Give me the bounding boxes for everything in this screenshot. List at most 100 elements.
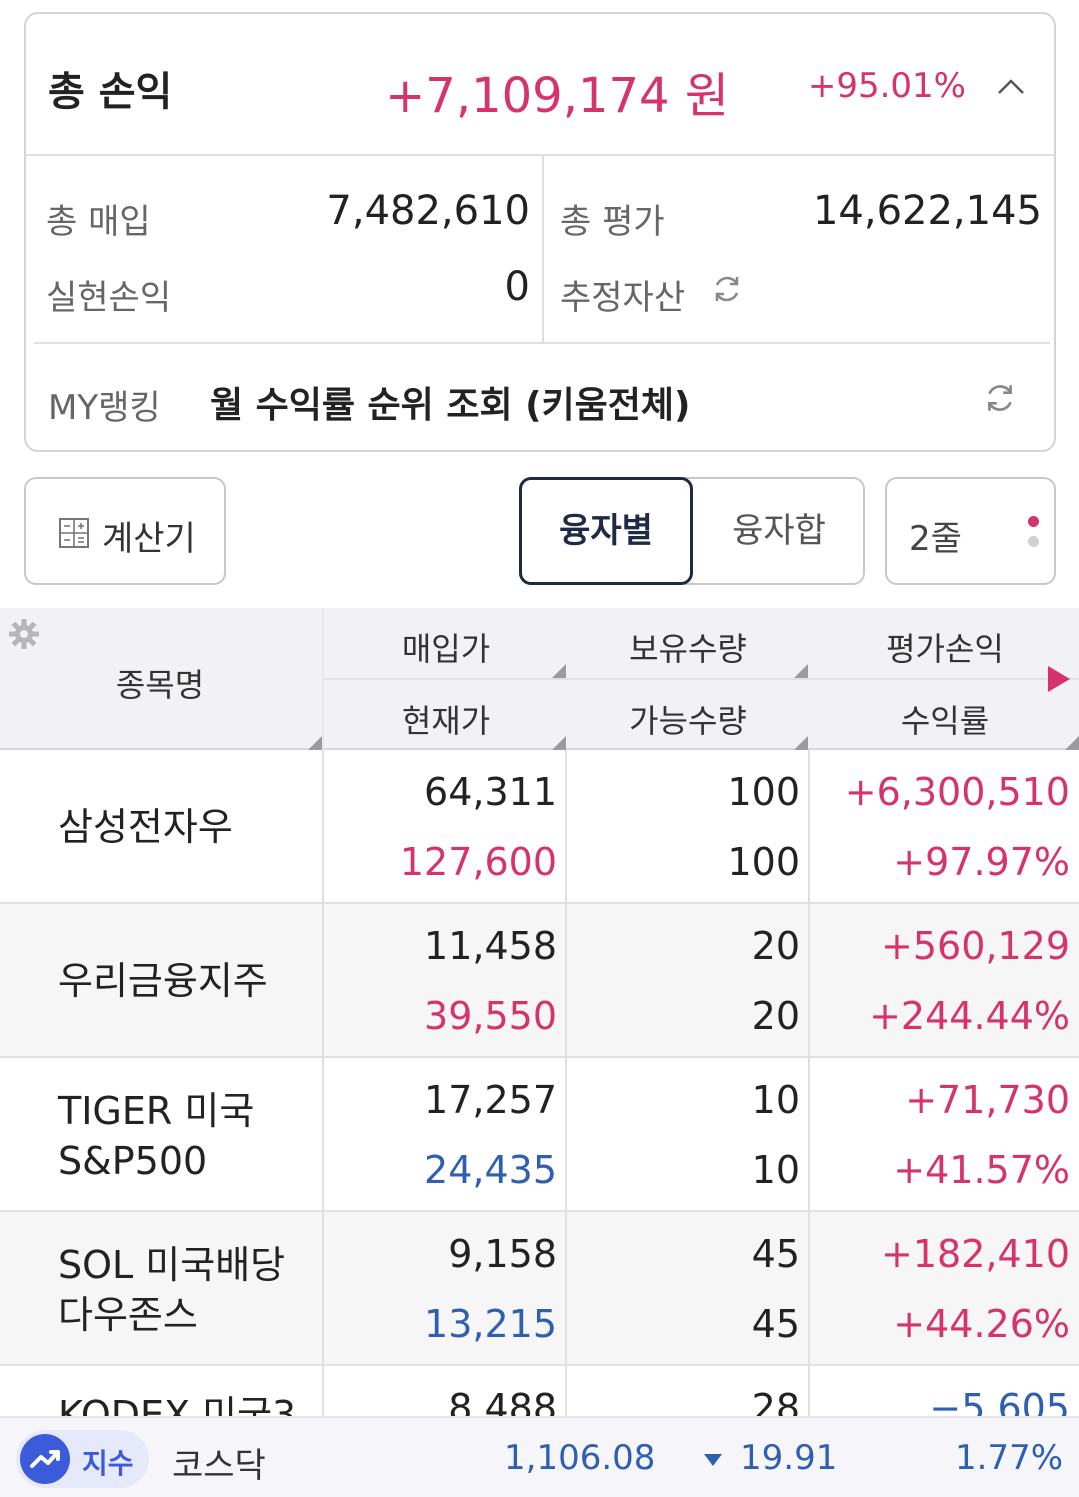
refresh-icon[interactable]: [982, 380, 1018, 416]
header-stock-name: 종목명: [115, 666, 205, 704]
divider: [565, 750, 567, 904]
realized-pl-label: 실현손익: [46, 278, 172, 318]
divider: [542, 156, 544, 342]
buy-price: 64,311: [424, 770, 557, 814]
index-change: 19.91: [740, 1438, 838, 1478]
eval-pl: +560,129: [881, 924, 1070, 968]
down-triangle-icon: [704, 1454, 722, 1466]
table-header: 종목명 매입가 현재가 보유수량 가능수량 평가손익 수익률: [0, 608, 1079, 750]
estimated-assets-label: 추정자산: [560, 278, 686, 318]
eval-pl: +6,300,510: [844, 770, 1070, 814]
my-ranking-label: MY랭킹: [48, 388, 161, 428]
divider: [322, 1366, 324, 1418]
header-current-price[interactable]: 현재가: [326, 696, 566, 742]
divider: [565, 1212, 567, 1366]
holding-qty: 100: [727, 770, 800, 814]
summary-card: 총 손익 +7,109,174 원 +95.01% 총 매입 7,482,610…: [24, 12, 1056, 452]
available-qty: 100: [727, 840, 800, 884]
holding-qty: 20: [751, 924, 800, 968]
credit-segment-control: 융자별 융자합: [519, 477, 865, 585]
total-pl-rate: +95.01%: [807, 66, 966, 106]
toggle-dot-icon: [1028, 516, 1039, 527]
divider: [322, 1058, 324, 1212]
available-qty: 10: [751, 1148, 800, 1192]
index-name: 코스닥: [172, 1446, 266, 1486]
sort-corner-icon: [1065, 736, 1079, 750]
buy-price: 17,257: [424, 1078, 557, 1122]
total-buy-value: 7,482,610: [326, 188, 530, 234]
index-badge-label: 지수: [82, 1447, 134, 1480]
table-row[interactable]: TIGER 미국S&P500 17,257 24,435 10 10 +71,7…: [0, 1058, 1079, 1212]
calculator-icon: [59, 518, 89, 548]
divider: [322, 608, 324, 750]
stock-name: 삼성전자우: [58, 805, 233, 849]
line-mode-button[interactable]: 2줄: [885, 477, 1056, 585]
chevron-up-icon[interactable]: [996, 72, 1026, 102]
table-row[interactable]: SOL 미국배당다우존스 9,158 13,215 45 45 +182,410…: [0, 1212, 1079, 1366]
divider: [322, 750, 324, 904]
sort-corner-icon: [552, 736, 566, 750]
tab-by-credit[interactable]: 융자별: [519, 477, 693, 585]
header-eval-pl[interactable]: 평가손익: [810, 624, 1079, 670]
divider: [808, 1212, 810, 1366]
holding-qty: 45: [751, 1232, 800, 1276]
total-pl-amount: +7,109,174 원: [385, 68, 729, 124]
holdings-table: 종목명 매입가 현재가 보유수량 가능수량 평가손익 수익률 삼성전자우 64,…: [0, 608, 1079, 1418]
scroll-right-icon[interactable]: [1048, 666, 1070, 692]
eval-pl: −5,605: [929, 1386, 1070, 1418]
return-rate: +97.97%: [893, 840, 1070, 884]
table-row[interactable]: KODEX 미국3 8,488 28 −5,605: [0, 1366, 1079, 1418]
tab-credit-total[interactable]: 융자합: [693, 479, 865, 583]
buy-price: 11,458: [424, 924, 557, 968]
current-price: 39,550: [424, 994, 557, 1038]
return-rate: +41.57%: [893, 1148, 1070, 1192]
holding-qty: 10: [751, 1078, 800, 1122]
stock-name: TIGER 미국S&P500: [58, 1089, 255, 1183]
return-rate: +44.26%: [893, 1302, 1070, 1346]
eval-pl: +71,730: [905, 1078, 1070, 1122]
header-return-rate[interactable]: 수익률: [810, 696, 1079, 742]
header-buy-price[interactable]: 매입가: [326, 624, 566, 670]
ranking-link[interactable]: 월 수익률 순위 조회 (키움전체): [210, 376, 690, 428]
divider: [565, 1058, 567, 1212]
holding-qty: 28: [751, 1386, 800, 1418]
eval-pl: +182,410: [881, 1232, 1070, 1276]
divider: [322, 1212, 324, 1366]
divider: [324, 678, 1079, 680]
gear-icon[interactable]: [6, 616, 42, 652]
header-available-qty[interactable]: 가능수량: [568, 696, 808, 742]
stock-name: SOL 미국배당다우존스: [58, 1243, 286, 1337]
toggle-dot-icon: [1028, 536, 1039, 547]
current-price: 13,215: [424, 1302, 557, 1346]
index-ticker-bar[interactable]: 지수 코스닥 1,106.08 19.91 1.77%: [0, 1416, 1079, 1497]
table-row[interactable]: 삼성전자우 64,311 127,600 100 100 +6,300,510 …: [0, 750, 1079, 904]
current-price: 24,435: [424, 1148, 557, 1192]
index-change-rate: 1.77%: [955, 1438, 1064, 1478]
sort-corner-icon: [794, 664, 808, 678]
divider: [565, 904, 567, 1058]
sort-corner-icon: [308, 736, 322, 750]
divider: [808, 1058, 810, 1212]
divider: [565, 1366, 567, 1418]
buy-price: 8,488: [448, 1386, 557, 1418]
trend-up-icon: [20, 1434, 70, 1484]
sort-corner-icon: [552, 664, 566, 678]
stock-name: 우리금융지주: [58, 959, 268, 1003]
index-badge[interactable]: 지수: [16, 1430, 149, 1488]
refresh-icon[interactable]: [710, 272, 744, 306]
divider: [808, 904, 810, 1058]
index-value: 1,106.08: [504, 1438, 656, 1478]
table-row[interactable]: 우리금융지주 11,458 39,550 20 20 +560,129 +244…: [0, 904, 1079, 1058]
return-rate: +244.44%: [869, 994, 1070, 1038]
stock-name: KODEX 미국3: [58, 1393, 297, 1418]
header-holding-qty[interactable]: 보유수량: [568, 624, 808, 670]
summary-header[interactable]: 총 손익 +7,109,174 원 +95.01%: [26, 14, 1054, 156]
divider: [808, 1366, 810, 1418]
line-mode-label: 2줄: [909, 519, 962, 559]
calculator-button[interactable]: 계산기: [24, 477, 226, 585]
divider: [808, 750, 810, 904]
total-pl-title: 총 손익: [48, 69, 173, 115]
total-eval-value: 14,622,145: [812, 188, 1042, 234]
available-qty: 20: [751, 994, 800, 1038]
total-eval-label: 총 평가: [560, 202, 665, 242]
